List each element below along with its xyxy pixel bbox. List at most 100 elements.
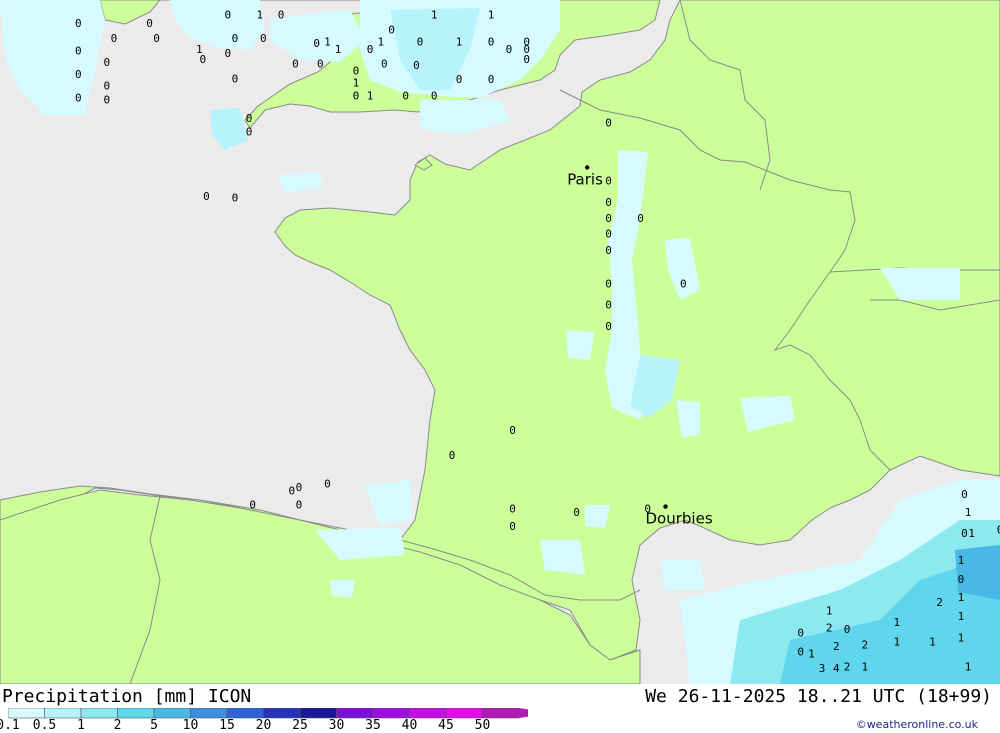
legend-swatch [409, 708, 447, 719]
precip-value-label: 1 [958, 591, 965, 604]
city-dot [585, 165, 590, 170]
precip-value-label: 0 [353, 65, 360, 78]
precip-value-label: 0 [224, 47, 231, 60]
precip-value-label: 0 [680, 277, 687, 290]
precip-value-label: 0 [573, 506, 580, 519]
precip-value-label: 0 [605, 244, 612, 257]
legend-tick-label: 35 [365, 718, 381, 733]
legend-tick-label: 15 [219, 718, 235, 733]
legend-swatch [263, 708, 301, 719]
precip-value-label: 0 [75, 92, 82, 105]
precip-value-label: 0 [296, 481, 303, 494]
precip-value-label: 1 [488, 8, 495, 21]
precip-value-label: 1 [826, 605, 833, 618]
legend-swatch [44, 708, 82, 719]
precip-value-label: 0 [402, 89, 409, 102]
precip-value-label: 0 [381, 57, 388, 70]
precip-value-label: 0 [260, 32, 267, 45]
legend-swatch [8, 708, 45, 719]
precip-value-label: 1 [353, 77, 360, 90]
credit-link[interactable]: ©weatheronline.co.uk [856, 718, 978, 731]
precip-value-label: 0 [605, 320, 612, 333]
precip-value-label: 0 [246, 126, 253, 139]
legend-swatch [153, 708, 191, 719]
precip-value-label: 1 [377, 35, 384, 48]
map-footer: Precipitation [mm] ICON We 26-11-2025 18… [0, 684, 1000, 733]
precip-value-label: 1 [968, 527, 975, 540]
precip-value-label: 1 [958, 631, 965, 644]
precip-value-label: 0 [75, 45, 82, 58]
legend-tick-label: 20 [255, 718, 272, 733]
precip-value-label: 1 [958, 610, 965, 623]
legend-swatch [336, 708, 374, 719]
precip-value-label: 0 [388, 23, 395, 36]
legend-title: Precipitation [mm] ICON [2, 686, 252, 707]
precip-value-label: 0 [961, 488, 968, 501]
legend-swatch [445, 708, 483, 719]
precip-value-label: 2 [861, 639, 868, 652]
precip-value-label: 1 [808, 648, 815, 661]
precip-value-label: 0 [367, 43, 374, 56]
precip-value-label: 0 [249, 499, 256, 512]
precip-value-label: 0 [103, 56, 110, 69]
legend-tick-label: 0.5 [32, 718, 57, 733]
precip-value-label: 0 [431, 89, 438, 102]
precip-value-label: 0 [605, 277, 612, 290]
precip-value-label: 0 [296, 499, 303, 512]
precip-value-label: 0 [488, 35, 495, 48]
precip-value-label: 0 [488, 73, 495, 86]
legend-swatch [482, 708, 520, 719]
precip-value-label: 1 [335, 43, 342, 56]
precip-value-label: 0 [324, 478, 331, 491]
precip-value-label: 0 [75, 68, 82, 81]
precip-value-label: 0 [509, 520, 516, 533]
precip-value-label: 0 [605, 212, 612, 225]
forecast-timestamp: We 26-11-2025 18..21 UTC (18+99) [645, 686, 992, 707]
precip-value-label: 1 [861, 661, 868, 674]
precip-value-label: 0 [523, 53, 530, 66]
legend-tick-label: 5 [150, 718, 158, 733]
precip-value-label: 0 [75, 17, 82, 30]
precip-value-label: 0 [203, 190, 210, 203]
legend-swatch [190, 708, 228, 719]
precip-value-label: 0 [605, 299, 612, 312]
city-label: Dourbies [646, 510, 713, 528]
precip-value-label: 1 [958, 554, 965, 567]
legend-swatch [226, 708, 264, 719]
precip-value-label: 0 [288, 485, 295, 498]
precip-value-label: 0 [146, 17, 153, 30]
legend-tick-label: 25 [292, 718, 308, 733]
precip-value-label: 0 [278, 8, 285, 21]
precip-value-label: 0 [103, 94, 110, 107]
legend-swatch [80, 708, 118, 719]
precip-value-label: 1 [893, 616, 900, 629]
precip-value-label: 2 [833, 640, 840, 653]
precip-value-label: 1 [929, 636, 936, 649]
precipitation-map[interactable]: 0 1 00 000 0 01 00 1 1 0 1 0 001 100000 0000 0 0 01 0 0 0010… [0, 0, 1000, 684]
legend-tick-label: 2 [113, 718, 122, 733]
precip-value-label: 3 [819, 662, 826, 675]
precip-value-label: 0 [456, 73, 463, 86]
legend-tick-label: 45 [438, 718, 454, 733]
precip-value-label: 1 [965, 506, 972, 519]
precip-value-label: 0 [797, 627, 804, 640]
precip-value-label: 0 [232, 72, 239, 85]
precip-value-label: 0 [605, 175, 612, 188]
legend-overflow-arrow [519, 708, 528, 718]
precip-value-label: 1 [431, 8, 438, 21]
legend-tick-label: 10 [182, 718, 199, 733]
precip-value-label: 1 [893, 636, 900, 649]
precip-value-label: 0 [246, 112, 253, 125]
legend-tick-label: 40 [401, 718, 418, 733]
legend-swatch [117, 708, 155, 719]
precip-value-label: 0 [413, 59, 420, 72]
precip-value-label: 0 [153, 32, 160, 45]
legend-swatch [372, 708, 410, 719]
precip-value-label: 0 [605, 196, 612, 209]
precip-value-label: 2 [826, 622, 833, 635]
legend-tick-label: 0.1 [0, 718, 20, 733]
precip-value-label: 0 [844, 623, 851, 636]
precip-value-label: 0 [199, 53, 206, 66]
precip-value-label: 0 [111, 32, 118, 45]
precip-value-label: 0 [417, 35, 424, 48]
